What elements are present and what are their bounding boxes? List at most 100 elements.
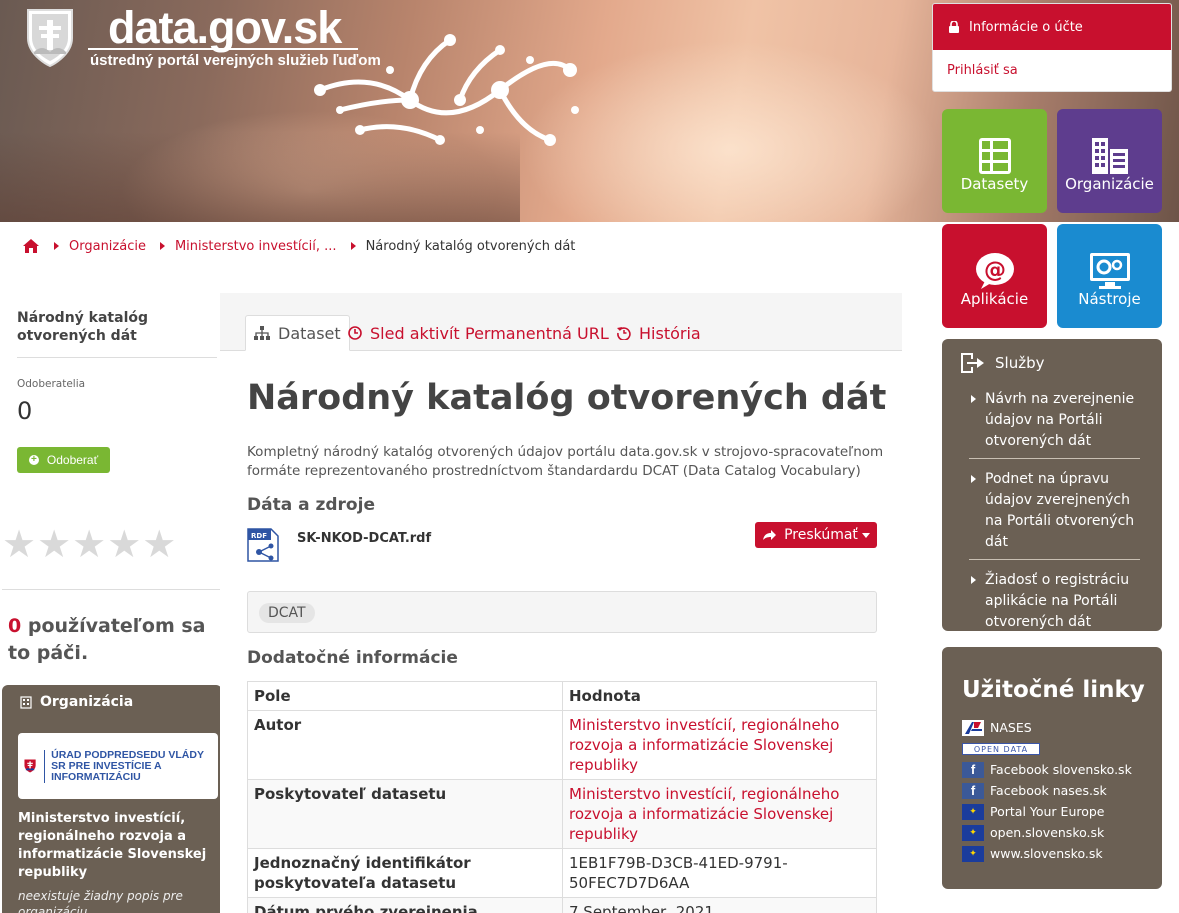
tab-activity[interactable]: Sled aktivít (340, 315, 468, 351)
svg-text:@: @ (984, 258, 1006, 283)
tag-item[interactable]: DCAT (259, 603, 315, 623)
resources-heading: Dáta a zdroje (247, 495, 375, 515)
tab-dataset-label: Dataset (278, 323, 341, 343)
home-icon[interactable] (22, 238, 40, 254)
link-your-europe-label: Portal Your Europe (990, 804, 1105, 819)
login-link[interactable]: Prihlásiť sa (933, 50, 1171, 78)
row-value: Ministerstvo investícií, regionálneho ro… (562, 710, 877, 780)
plus-circle-icon: + (28, 455, 39, 465)
services-list: Návrh na zverejnenie údajov na Portáli o… (959, 389, 1140, 639)
tab-permalink[interactable]: Permanentná URL (457, 315, 617, 351)
organization-logo-text: ÚRAD PODPREDSEDU VLÁDY SR PRE INVESTÍCIE… (44, 749, 218, 783)
link-facebook-slovensko-label: Facebook slovensko.sk (990, 762, 1132, 777)
tile-tools[interactable]: Nástroje (1057, 224, 1162, 328)
explore-button[interactable]: Preskúmať (755, 522, 877, 548)
breadcrumb-ministry[interactable]: Ministerstvo investícií, ... (175, 239, 337, 254)
followers-label: Odoberatelia (17, 378, 86, 390)
rdf-file-icon-label: RDF (251, 532, 267, 540)
building-icon (1091, 138, 1128, 174)
organization-heading-label: Organizácia (40, 694, 134, 710)
rating-stars[interactable]: ★★★★★ (2, 522, 177, 566)
provider-link[interactable]: Ministerstvo investícií, regionálneho ro… (569, 785, 839, 843)
row-field: Jednoznačný identifikátor poskytovateľa … (247, 848, 563, 898)
table-header-row: Pole Hodnota (247, 681, 877, 711)
tile-organizations[interactable]: Organizácie (1057, 109, 1162, 213)
rdf-file-icon[interactable]: RDF (247, 528, 279, 562)
link-your-europe[interactable]: ✦ Portal Your Europe (962, 801, 1162, 822)
facebook-icon: f (962, 761, 984, 778)
breadcrumb-current: Národný katalóg otvorených dát (365, 238, 576, 254)
additional-info-heading: Dodatočné informácie (247, 648, 458, 668)
link-www-slovensko-label: www.slovensko.sk (990, 846, 1103, 861)
services-heading-label: Služby (995, 354, 1045, 372)
history-icon (617, 327, 631, 340)
organization-description: neexistuje žiadny popis pre organizáciu (18, 889, 183, 913)
useful-links-panel: Užitočné linky NASES OPEN DATA f Faceboo… (942, 647, 1162, 889)
sidebar-divider (17, 357, 217, 358)
followers-count: 0 (17, 397, 33, 425)
breadcrumb-organizations[interactable]: Organizácie (69, 239, 146, 254)
link-nases[interactable]: NASES (962, 717, 1162, 738)
account-heading[interactable]: Informácie o účte (933, 4, 1171, 50)
tab-history-label: História (639, 323, 701, 343)
link-facebook-slovensko[interactable]: f Facebook slovensko.sk (962, 759, 1162, 780)
row-field: Poskytovateľ datasetu (247, 779, 563, 849)
likes-text: používateľom sa to páči. (8, 615, 206, 664)
tag-list: DCAT (247, 591, 877, 633)
tab-dataset[interactable]: Dataset (245, 315, 350, 351)
tile-datasets-label: Datasety (960, 175, 1029, 193)
account-heading-label: Informácie o účte (969, 19, 1083, 35)
organization-logo[interactable]: ÚRAD PODPREDSEDU VLÁDY SR PRE INVESTÍCIE… (18, 733, 218, 799)
tab-history[interactable]: História (609, 315, 709, 351)
tile-apps[interactable]: @ Aplikácie (942, 224, 1047, 328)
tile-tools-label: Nástroje (1078, 290, 1141, 308)
facebook-icon: f (962, 782, 984, 799)
clock-icon (348, 326, 362, 340)
table-row: Jednoznačný identifikátor poskytovateľa … (247, 848, 877, 898)
service-item-edit[interactable]: Podnet na úpravu údajov zverejnených na … (969, 469, 1140, 560)
network-graphic-icon (314, 34, 579, 146)
row-value: 1EB1F79B-D3CB-41ED-9791-50FEC7D7D6AA (562, 848, 877, 898)
sidebar-divider (2, 589, 222, 590)
slovak-crest-icon[interactable] (24, 8, 76, 70)
organization-name[interactable]: Ministerstvo investícií, regionálneho ro… (18, 810, 218, 882)
column-header-field: Pole (247, 681, 563, 711)
useful-links-heading: Užitočné linky (962, 677, 1145, 703)
additional-info-table: Pole Hodnota Autor Ministerstvo investíc… (247, 681, 877, 913)
service-item-publish[interactable]: Návrh na zverejnenie údajov na Portáli o… (969, 389, 1140, 459)
breadcrumb-separator-icon (159, 242, 165, 250)
dataset-description: Kompletný národný katalóg otvorených úda… (247, 444, 884, 479)
eu-flag-icon: ✦ (962, 803, 984, 820)
table-row: Dátum prvého zverejnenia 7 September, 20… (247, 897, 877, 913)
eu-flag-icon: ✦ (962, 824, 984, 841)
row-value: Ministerstvo investícií, regionálneho ro… (562, 779, 877, 849)
tile-apps-label: Aplikácie (960, 290, 1029, 308)
link-open-slovensko[interactable]: ✦ open.slovensko.sk (962, 822, 1162, 843)
link-facebook-nases[interactable]: f Facebook nases.sk (962, 780, 1162, 801)
follow-button[interactable]: + Odoberať (17, 447, 110, 473)
monitor-gears-icon (1089, 253, 1130, 289)
tile-datasets[interactable]: Datasety (942, 109, 1047, 213)
page-title: Národný katalóg otvorených dát (247, 378, 887, 418)
breadcrumb-separator-icon (54, 242, 59, 250)
lock-icon (949, 21, 959, 33)
eu-flag-icon: ✦ (962, 845, 984, 862)
link-open-data[interactable]: OPEN DATA (962, 738, 1162, 759)
link-nases-label: NASES (990, 720, 1032, 735)
open-data-logo: OPEN DATA (962, 742, 1040, 755)
nases-icon (962, 719, 984, 736)
link-www-slovensko[interactable]: ✦ www.slovensko.sk (962, 843, 1162, 864)
organization-heading: Organizácia (2, 685, 222, 710)
caret-down-icon (861, 532, 870, 538)
organization-panel: Organizácia ÚRAD PODPREDSEDU VLÁDY SR PR… (2, 685, 222, 913)
sidebar-dataset-title: Národný katalóg otvorených dát (17, 310, 149, 344)
service-item-register-app[interactable]: Žiadosť o registráciu aplikácie na Portá… (969, 570, 1140, 639)
link-open-slovensko-label: open.slovensko.sk (990, 825, 1105, 840)
author-link[interactable]: Ministerstvo investícií, regionálneho ro… (569, 716, 839, 774)
resource-item: RDF SK-NKOD-DCAT.rdf Preskúmať (247, 522, 877, 564)
at-sign-bubble-icon: @ (975, 253, 1014, 289)
resource-name[interactable]: SK-NKOD-DCAT.rdf (297, 531, 431, 546)
datasets-icon (978, 138, 1011, 174)
row-value: 7 September, 2021 (562, 897, 877, 913)
account-box: Informácie o účte Prihlásiť sa (932, 3, 1172, 92)
